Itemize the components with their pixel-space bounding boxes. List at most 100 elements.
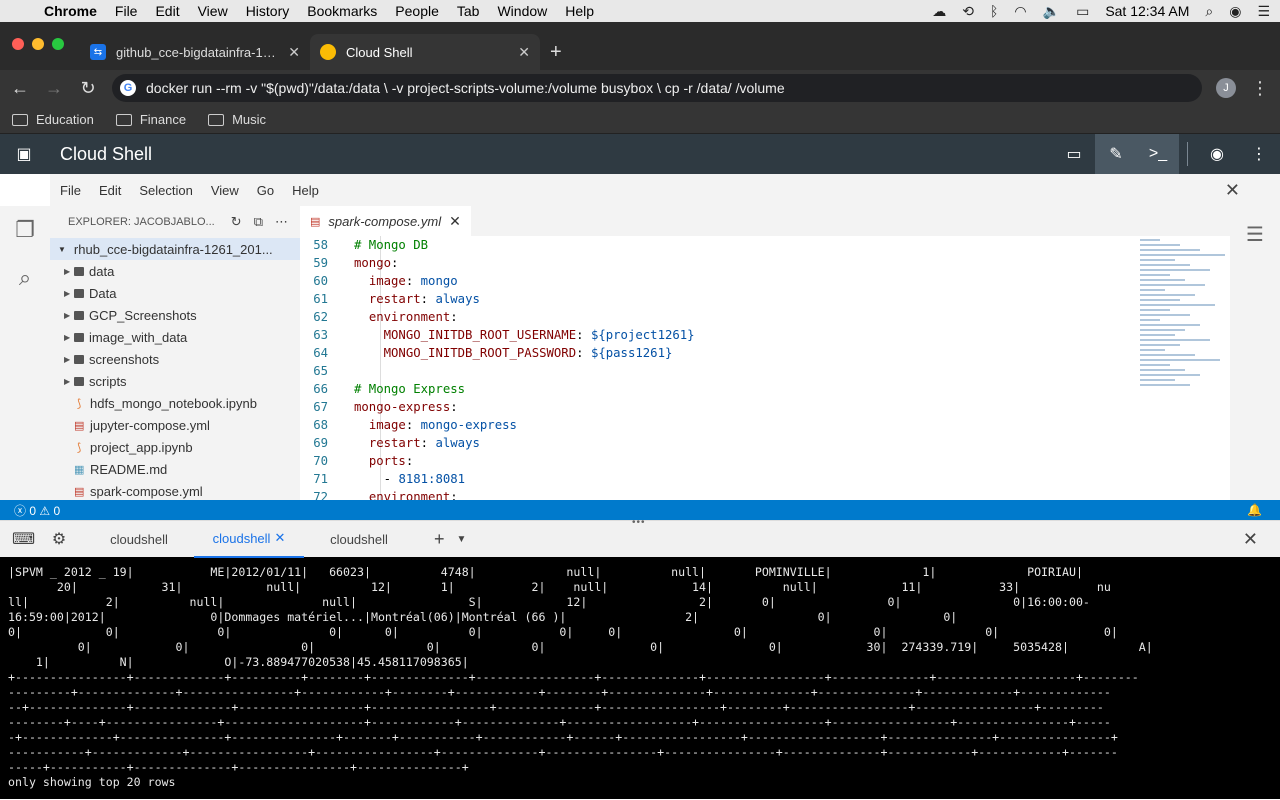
tree-folder-data[interactable]: ▶ data <box>50 260 300 282</box>
minimize-window-button[interactable] <box>32 38 44 50</box>
problems-indicator[interactable]: ⓧ 0 ⚠ 0 <box>14 502 60 519</box>
more-options-icon[interactable]: ⋮ <box>1238 134 1280 174</box>
menu-help[interactable]: Help <box>565 3 594 19</box>
tree-folder-Data[interactable]: ▶ Data <box>50 282 300 304</box>
bell-icon[interactable]: 🔔 <box>1247 503 1262 517</box>
bookmarks-bar: Education Finance Music <box>0 106 1280 134</box>
close-editor-icon[interactable]: ✕ <box>1225 180 1240 201</box>
menu-people[interactable]: People <box>395 3 439 19</box>
minimap-line <box>1140 344 1180 346</box>
collapse-all-icon[interactable]: ⧉ <box>254 214 263 230</box>
laptop-icon[interactable]: ▭ <box>1053 134 1095 174</box>
ide-menu-go[interactable]: Go <box>257 183 274 198</box>
ide-menu-file[interactable]: File <box>60 183 81 198</box>
line-text: ports: <box>368 454 414 468</box>
cloud-icon[interactable]: ☁ <box>932 3 946 20</box>
close-window-button[interactable] <box>12 38 24 50</box>
notification-center-icon[interactable]: ☰ <box>1257 3 1270 20</box>
menu-bookmarks[interactable]: Bookmarks <box>307 3 377 19</box>
minimap-line <box>1140 384 1190 386</box>
menu-view[interactable]: View <box>198 3 228 19</box>
profile-avatar[interactable]: J <box>1216 78 1236 98</box>
ide-menu-selection[interactable]: Selection <box>139 183 192 198</box>
browser-menu-icon[interactable]: ⋮ <box>1250 78 1270 99</box>
close-tab-icon[interactable]: ✕ <box>274 530 285 546</box>
menu-tab[interactable]: Tab <box>457 3 480 19</box>
line-number: 62 <box>313 310 328 324</box>
close-tab-icon[interactable]: ✕ <box>518 44 530 61</box>
menu-file[interactable]: File <box>115 3 138 19</box>
tree-file-readme[interactable]: ▦ README.md <box>50 458 300 480</box>
back-arrow-icon[interactable]: ← <box>10 78 30 99</box>
more-icon[interactable]: ⋯ <box>275 214 288 230</box>
menu-history[interactable]: History <box>246 3 290 19</box>
settings-gear-icon[interactable]: ⚙ <box>48 529 70 549</box>
chevron-right-icon: ▶ <box>64 288 71 298</box>
folder-icon <box>12 113 28 126</box>
terminal-tab-1[interactable]: cloudshell <box>84 521 194 558</box>
browser-tab-cloud-shell[interactable]: Cloud Shell ✕ <box>310 34 540 70</box>
tree-root-folder[interactable]: ▼ rhub_cce-bigdatainfra-1261_201... <box>50 238 300 260</box>
terminal-tab-3[interactable]: cloudshell <box>304 521 414 558</box>
tree-folder-gcp-screenshots[interactable]: ▶ GCP_Screenshots <box>50 304 300 326</box>
code-lines[interactable]: 58 # Mongo DB 59 mongo: 60 image: mongo 61 re… <box>300 236 1220 500</box>
zoom-window-button[interactable] <box>52 38 64 50</box>
bluetooth-icon[interactable]: ᛒ <box>990 3 998 19</box>
bookmark-label: Finance <box>139 112 187 127</box>
ide-menu-help[interactable]: Help <box>292 183 319 198</box>
error-count: 0 <box>29 503 37 518</box>
ide-menu-view[interactable]: View <box>211 183 239 198</box>
close-tab-icon[interactable]: ✕ <box>449 213 461 230</box>
forward-arrow-icon[interactable]: → <box>44 78 64 99</box>
tree-file-hdfs-mongo-notebook[interactable]: ⟆ hdfs_mongo_notebook.ipynb <box>50 392 300 414</box>
terminal-tab-2[interactable]: cloudshell ✕ <box>194 521 304 558</box>
ide-menu-edit[interactable]: Edit <box>99 183 121 198</box>
chevron-down-icon[interactable]: ▼ <box>457 534 467 545</box>
terminal-icon[interactable]: >_ <box>1137 134 1179 174</box>
bookmark-folder-finance[interactable]: Finance <box>115 112 187 127</box>
battery-icon[interactable]: ▭ <box>1076 3 1089 20</box>
spotlight-search-icon[interactable]: ⌕ <box>1205 3 1213 20</box>
file-explorer: EXPLORER: JACOBJABLO... ↻ ⧉ ⋯ ▼ rhub_cce… <box>50 206 300 500</box>
new-tab-button[interactable]: + <box>550 34 562 70</box>
minimap[interactable] <box>1140 236 1240 406</box>
folder-icon <box>74 310 84 320</box>
tree-folder-screenshots[interactable]: ▶ screenshots <box>50 348 300 370</box>
address-bar[interactable]: G docker run --rm -v "$(pwd)"/data:/data… <box>112 74 1202 102</box>
refresh-icon[interactable]: ↻ <box>231 214 242 230</box>
terminal-line: -----+-----------+--------------+-------… <box>8 760 469 774</box>
close-terminal-icon[interactable]: ✕ <box>1243 529 1258 550</box>
tree-folder-image-with-data[interactable]: ▶ image_with_data <box>50 326 300 348</box>
folder-icon <box>208 113 225 126</box>
keyboard-icon[interactable]: ⌨ <box>12 529 35 549</box>
bookmark-folder-music[interactable]: Music <box>208 112 266 127</box>
close-tab-icon[interactable]: ✕ <box>288 44 300 61</box>
tree-file-spark-compose[interactable]: ▤ spark-compose.yml <box>50 480 300 502</box>
editor-tab-spark-compose[interactable]: ▤ spark-compose.yml ✕ <box>300 206 471 236</box>
menubar-clock[interactable]: Sat 12:34 AM <box>1105 3 1189 19</box>
web-preview-icon[interactable]: ◉ <box>1196 134 1238 174</box>
wifi-icon[interactable]: ◠ <box>1014 3 1026 20</box>
siri-icon[interactable]: ◉ <box>1229 3 1241 20</box>
menu-edit[interactable]: Edit <box>155 3 179 19</box>
tree-file-project-app[interactable]: ⟆ project_app.ipynb <box>50 436 300 458</box>
time-machine-icon[interactable]: ⟲ <box>962 3 974 20</box>
search-icon[interactable]: ⌕ <box>0 254 50 302</box>
browser-tab-github[interactable]: ⇆ github_cce-bigdatainfra-1261_20 ✕ <box>80 34 310 70</box>
resize-handle[interactable]: ••• <box>632 517 646 528</box>
volume-icon[interactable]: 🔈 <box>1043 3 1060 20</box>
menu-app-name[interactable]: Chrome <box>44 3 97 19</box>
terminal-output[interactable]: |SPVM _ 2012 _ 19| ME|2012/01/11| 66023|… <box>0 557 1280 799</box>
files-icon[interactable]: ❐ <box>0 206 50 254</box>
outline-list-icon[interactable]: ☰ <box>1246 222 1264 500</box>
tree-file-jupyter-compose[interactable]: ▤ jupyter-compose.yml <box>50 414 300 436</box>
menu-window[interactable]: Window <box>497 3 547 19</box>
terminal-tab-label: cloudshell <box>110 531 168 547</box>
tree-folder-scripts[interactable]: ▶ scripts <box>50 370 300 392</box>
reload-icon[interactable]: ↻ <box>78 78 98 99</box>
editor-pencil-icon[interactable]: ✎ <box>1095 134 1137 174</box>
terminal-line: 1| N| O|-73.889477020538|45.458117098365… <box>8 655 469 669</box>
bookmark-folder-education[interactable]: Education <box>12 112 94 127</box>
code-line: 65 <box>300 362 1220 380</box>
add-terminal-icon[interactable]: + <box>434 529 445 550</box>
